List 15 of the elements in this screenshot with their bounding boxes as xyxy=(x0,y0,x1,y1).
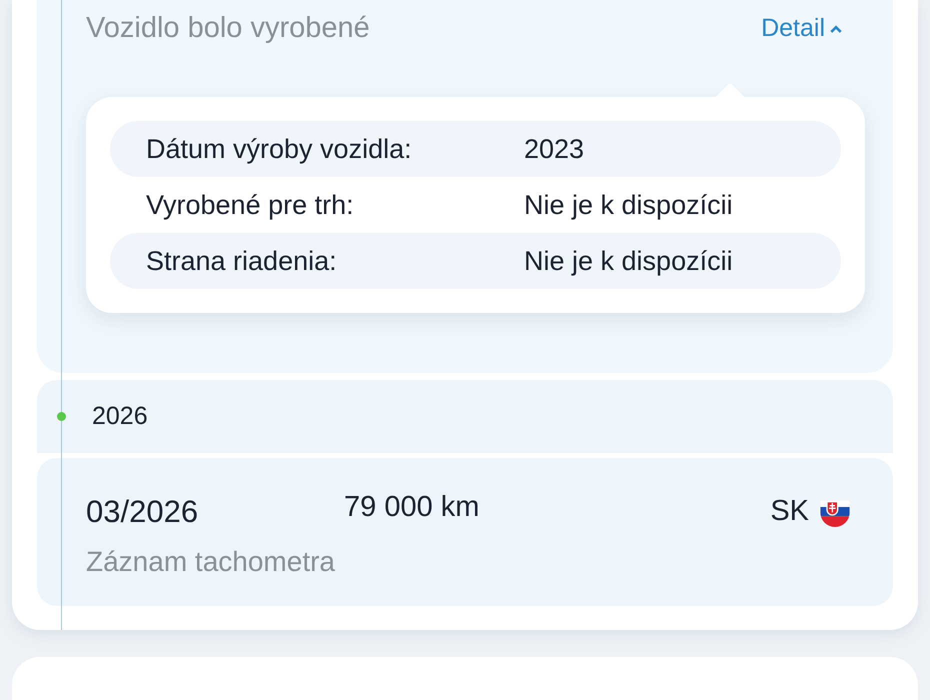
record-mileage: 79 000 km xyxy=(344,490,480,524)
country-code: SK xyxy=(770,494,809,528)
detail-link[interactable]: Detail xyxy=(761,14,843,43)
detail-label: Vyrobené pre trh: xyxy=(146,190,355,220)
detail-label: Dátum výroby vozidla: xyxy=(146,134,413,164)
detail-value: Nie je k dispozícii xyxy=(524,246,733,276)
year-label: 2026 xyxy=(92,402,148,431)
caret-icon xyxy=(829,24,843,34)
record-type: Záznam tachometra xyxy=(86,546,336,578)
event-title: Vozidlo bolo vyrobené xyxy=(86,12,370,45)
detail-value: 2023 xyxy=(524,134,584,164)
timeline-dot-icon xyxy=(57,412,66,421)
detail-label: Strana riadenia: xyxy=(146,246,338,276)
record-date: 03/2026 xyxy=(86,494,200,530)
detail-value: Nie je k dispozícii xyxy=(524,190,733,220)
